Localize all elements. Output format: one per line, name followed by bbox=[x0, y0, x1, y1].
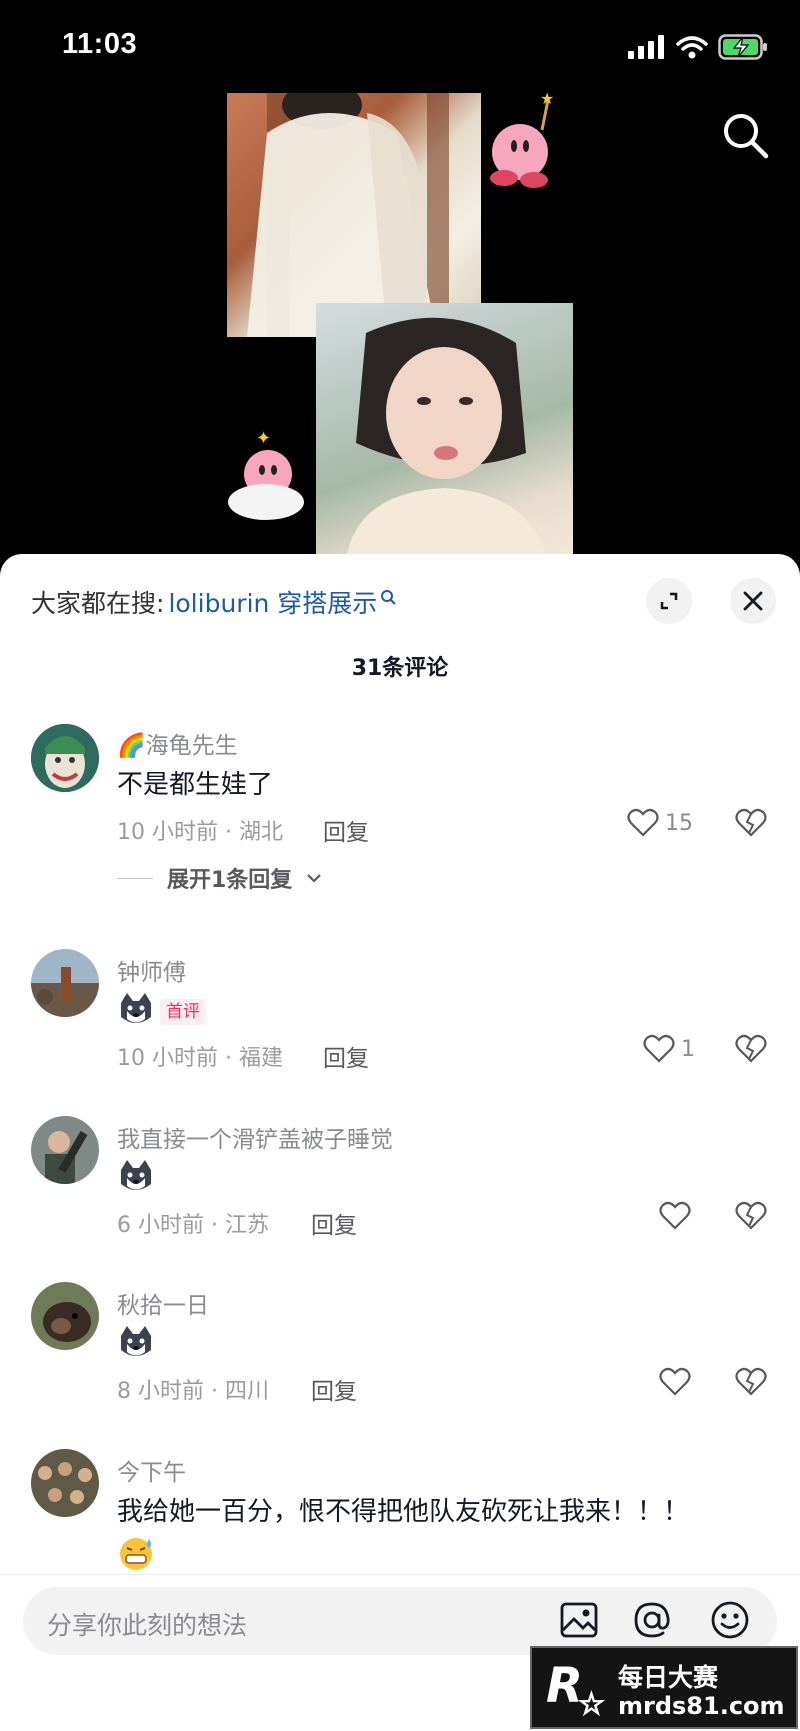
first-comment-badge: 首评 bbox=[160, 999, 206, 1025]
comment-nickname[interactable]: 我直接一个滑铲盖被子睡觉 bbox=[117, 1120, 393, 1154]
dislike-button[interactable] bbox=[735, 1367, 767, 1401]
close-icon bbox=[743, 591, 763, 611]
cellular-signal-icon bbox=[628, 35, 664, 59]
comment-nickname[interactable]: 🌈海龟先生 bbox=[117, 726, 238, 760]
comment-count-title: 31条评论 bbox=[351, 656, 449, 681]
avatar[interactable] bbox=[31, 724, 99, 792]
comment-meta: 6 小时前 · 江苏 bbox=[117, 1213, 269, 1238]
mention-button[interactable] bbox=[630, 1598, 674, 1642]
like-count: 1 bbox=[681, 1036, 695, 1062]
avatar[interactable] bbox=[31, 1449, 99, 1517]
photo-top-art bbox=[247, 93, 449, 337]
like-button[interactable] bbox=[659, 1201, 697, 1231]
close-sheet-button[interactable] bbox=[730, 578, 776, 624]
image-icon bbox=[560, 1602, 598, 1638]
watermark-logo-icon: R ☆ bbox=[546, 1658, 606, 1722]
expand-replies-label: 展开1条回复 bbox=[167, 868, 293, 893]
avatar-seaside-art bbox=[31, 949, 99, 1017]
dislike-button[interactable] bbox=[735, 808, 767, 842]
husky-sticker bbox=[121, 1326, 151, 1356]
at-mention-icon bbox=[634, 1602, 670, 1638]
chevron-down-icon bbox=[307, 874, 322, 883]
husky-sticker bbox=[121, 993, 151, 1023]
hot-search-bar[interactable]: 大家都在搜: loliburin 穿搭展示 bbox=[31, 584, 397, 620]
battery-charging-icon bbox=[718, 34, 767, 60]
avatar-joker-art bbox=[31, 724, 99, 792]
search-button[interactable] bbox=[720, 110, 772, 162]
dislike-button[interactable] bbox=[735, 1034, 767, 1068]
comment-nickname[interactable]: 钟师傅 bbox=[117, 953, 186, 987]
avatar-group-art bbox=[31, 1449, 99, 1517]
expand-icon bbox=[660, 592, 678, 610]
husky-sticker bbox=[121, 1160, 151, 1190]
status-time: 11:03 bbox=[62, 28, 138, 60]
comment-meta: 10 小时前 · 湖北 bbox=[117, 820, 283, 845]
wifi-icon bbox=[676, 36, 708, 59]
search-small-icon bbox=[381, 590, 397, 605]
photo-bottom-art bbox=[346, 317, 546, 560]
broken-heart-icon bbox=[735, 1034, 767, 1063]
comment-text: 我给她一百分，恨不得把他队友砍死让我来！！！ bbox=[117, 1497, 690, 1527]
grimace-emoji bbox=[120, 1538, 152, 1570]
reply-button[interactable]: 回复 bbox=[323, 1039, 369, 1073]
search-icon bbox=[724, 114, 769, 159]
avatar[interactable] bbox=[31, 1282, 99, 1350]
hot-search-term-link[interactable]: loliburin 穿搭展示 bbox=[168, 584, 377, 620]
broken-heart-icon bbox=[735, 1367, 767, 1396]
svg-text:☆: ☆ bbox=[578, 1687, 605, 1722]
comment-input-placeholder: 分享你此刻的想法 bbox=[47, 1611, 248, 1640]
comment-nickname[interactable]: 今下午 bbox=[117, 1453, 186, 1487]
comment-text: 不是都生娃了 bbox=[117, 770, 274, 800]
heart-icon bbox=[643, 1034, 675, 1063]
status-icons bbox=[628, 34, 768, 60]
reply-button[interactable]: 回复 bbox=[311, 1206, 357, 1240]
emoji-smile-icon bbox=[711, 1601, 749, 1639]
kirby-sticker-bottom: ✦ bbox=[228, 428, 304, 520]
comment-sheet: 大家都在搜: loliburin 穿搭展示 31条评论 🌈海龟先生 不是都生娃了… bbox=[0, 554, 800, 1731]
heart-icon bbox=[627, 808, 659, 837]
avatar[interactable] bbox=[31, 1116, 99, 1184]
video-photo-top bbox=[227, 93, 481, 337]
avatar-soldier-art bbox=[31, 1116, 99, 1184]
like-count: 15 bbox=[665, 810, 693, 836]
heart-icon bbox=[659, 1367, 691, 1396]
watermark-url: mrds81.com bbox=[618, 1692, 785, 1720]
broken-heart-icon bbox=[735, 808, 767, 837]
heart-icon bbox=[659, 1201, 691, 1230]
broken-heart-icon bbox=[735, 1201, 767, 1230]
reply-button[interactable]: 回复 bbox=[311, 1372, 357, 1406]
avatar-dog-art bbox=[31, 1282, 99, 1350]
avatar[interactable] bbox=[31, 949, 99, 1017]
comment-meta: 8 小时前 · 四川 bbox=[117, 1379, 269, 1404]
comment-nickname[interactable]: 秋拾一日 bbox=[117, 1286, 209, 1320]
like-button[interactable]: 15 bbox=[627, 808, 693, 838]
emoji-button[interactable] bbox=[708, 1598, 752, 1642]
watermark-title: 每日大赛 bbox=[618, 1663, 719, 1692]
hot-search-prefix: 大家都在搜: bbox=[31, 589, 165, 618]
expand-sheet-button[interactable] bbox=[646, 578, 692, 624]
svg-text:✦: ✦ bbox=[256, 428, 271, 449]
like-button[interactable]: 1 bbox=[643, 1034, 695, 1064]
like-button[interactable] bbox=[659, 1367, 697, 1397]
comment-meta: 10 小时前 · 福建 bbox=[117, 1046, 283, 1071]
reply-button[interactable]: 回复 bbox=[323, 813, 369, 847]
video-photo-bottom bbox=[316, 303, 573, 560]
site-watermark: R ☆ 每日大赛 mrds81.com bbox=[530, 1646, 798, 1729]
comment-input[interactable]: 分享你此刻的想法 bbox=[23, 1587, 777, 1655]
expand-rule bbox=[117, 877, 153, 879]
expand-replies-button[interactable]: 展开1条回复 bbox=[117, 862, 322, 894]
image-button[interactable] bbox=[557, 1598, 601, 1642]
kirby-sticker-top: ★ bbox=[490, 90, 554, 188]
status-bar: 11:03 bbox=[0, 0, 800, 96]
dislike-button[interactable] bbox=[735, 1201, 767, 1235]
